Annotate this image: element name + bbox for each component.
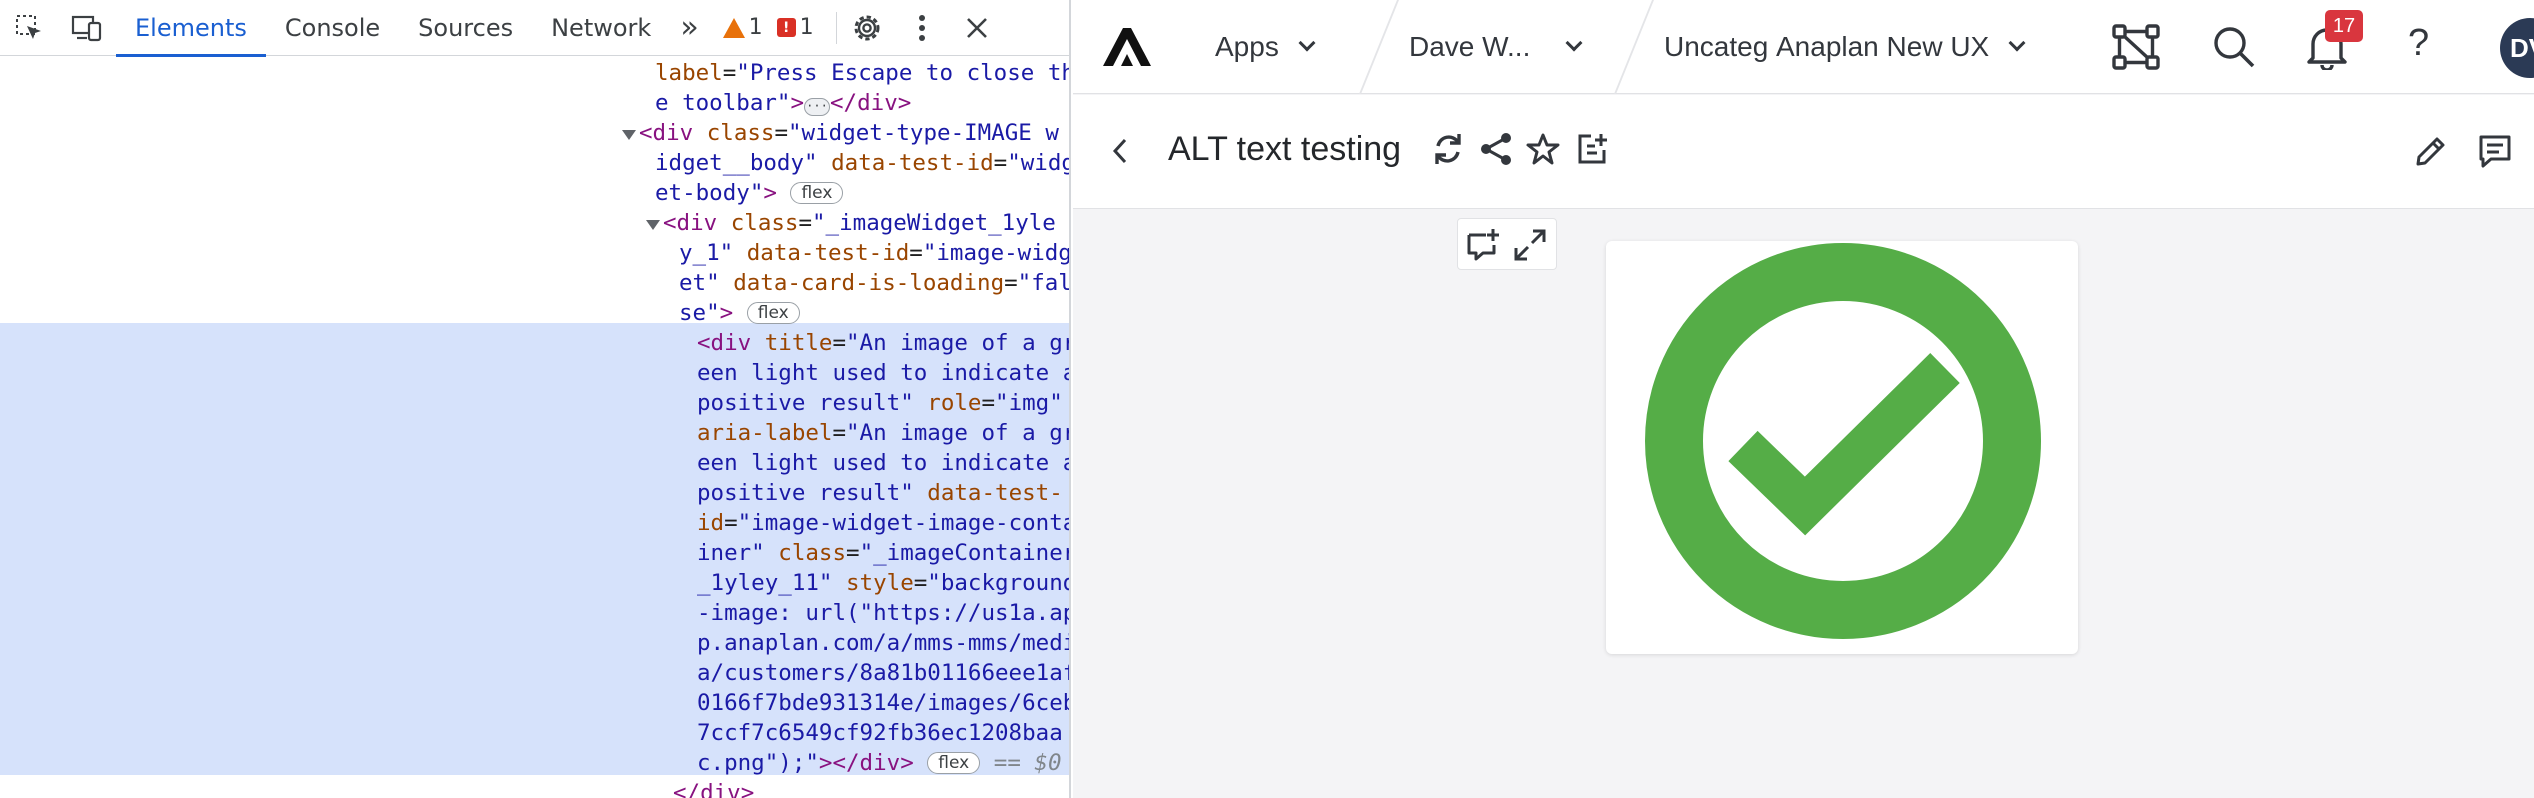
nav-separator	[1614, 0, 1654, 94]
dom-node-line[interactable]: y_1" data-test-id="image-widg	[679, 238, 1069, 268]
avatar[interactable]: DV	[2500, 18, 2534, 78]
dom-node-line[interactable]: p.anaplan.com/a/mms-mms/medi	[697, 628, 1069, 658]
notification-count-badge: 17	[2325, 10, 2363, 42]
model-menu[interactable]: Uncateg	[1664, 0, 1768, 94]
dom-node-line[interactable]: aria-label="An image of a gr	[697, 418, 1069, 448]
tab-elements[interactable]: Elements	[116, 0, 266, 57]
tab-network[interactable]: Network	[532, 0, 670, 56]
favorite-star-icon[interactable]	[1526, 132, 1560, 171]
app-builder-icon[interactable]	[2110, 22, 2162, 77]
more-tabs-button[interactable]: »	[670, 0, 708, 56]
dom-node-line[interactable]: label="Press Escape to close th	[655, 58, 1069, 88]
share-icon[interactable]	[1479, 132, 1513, 171]
warning-icon	[722, 17, 745, 38]
dom-node-line[interactable]: <div class="widget-type-IMAGE w	[639, 118, 1059, 148]
edit-pencil-icon[interactable]	[2413, 135, 2447, 174]
devtools-toolbar: Elements Console Sources Network » 1 ! 1	[0, 0, 1069, 57]
apps-menu[interactable]: Apps	[1215, 0, 1316, 94]
dom-node-line[interactable]: _1yley_11" style="background	[697, 568, 1069, 598]
back-chevron-icon[interactable]	[1111, 137, 1129, 170]
model-label: Uncateg	[1664, 31, 1769, 62]
search-icon[interactable]	[2212, 25, 2256, 74]
dom-node-line[interactable]: iner" class="_imageContainer	[697, 538, 1069, 568]
dom-node-line[interactable]: idget__body" data-test-id="widg	[655, 148, 1069, 178]
nav-separator	[1359, 0, 1399, 94]
dom-node-line[interactable]: e toolbar"> ···</div>	[655, 88, 911, 118]
add-comment-icon[interactable]	[1466, 227, 1502, 268]
dom-node-line[interactable]: c.png");"></div> flex == $0	[697, 748, 1062, 778]
expand-triangle-icon[interactable]	[622, 130, 636, 140]
workspace-label: Dave W...	[1409, 31, 1531, 62]
dom-node-line[interactable]: <div title="An image of a gr	[697, 328, 1069, 358]
devtools-panel: Elements Console Sources Network » 1 ! 1…	[0, 0, 1071, 798]
tab-sources[interactable]: Sources	[399, 0, 532, 56]
workspace-menu[interactable]: Dave W...	[1409, 0, 1583, 94]
dom-node-line[interactable]: positive result" role="img"	[697, 388, 1063, 418]
comments-icon[interactable]	[2477, 133, 2513, 174]
device-toolbar-icon[interactable]	[58, 0, 116, 56]
green-check-image	[1643, 241, 2043, 646]
issues-badge[interactable]: ! 1	[776, 15, 814, 40]
add-to-collection-icon[interactable]	[1575, 132, 1609, 171]
close-devtools-icon[interactable]	[947, 0, 1007, 56]
page-label: Anaplan New UX	[1776, 31, 1990, 62]
dom-node-line[interactable]: et" data-card-is-loading="fal	[679, 268, 1069, 298]
issue-icon: !	[776, 18, 796, 37]
anaplan-logo-icon[interactable]	[1103, 28, 1153, 71]
dom-node-line[interactable]: positive result" data-test-	[697, 478, 1063, 508]
dom-node-line[interactable]: een light used to indicate a	[697, 358, 1069, 388]
dom-node-line[interactable]: 7ccf7c6549cf92fb36ec1208baa	[697, 718, 1063, 748]
chevron-down-icon	[1298, 34, 1316, 52]
warnings-badge[interactable]: 1	[722, 15, 763, 40]
page-header-bar: ALT text testing	[1073, 95, 2534, 209]
expand-icon[interactable]	[1512, 227, 1548, 268]
chevron-down-icon	[1565, 34, 1583, 52]
dom-node-line[interactable]: <div class="_imageWidget_1yle	[663, 208, 1056, 238]
page-title: ALT text testing	[1168, 130, 1402, 168]
anaplan-app: Apps Dave W... Uncateg Anaplan New UX 17…	[1073, 0, 2534, 798]
dom-node-line[interactable]: een light used to indicate a	[697, 448, 1069, 478]
chevron-down-icon	[2008, 34, 2026, 52]
warnings-count: 1	[748, 15, 763, 40]
dom-node-line[interactable]: et-body"> flex	[655, 178, 844, 208]
image-widget-card	[1606, 241, 2078, 654]
more-options-icon[interactable]	[897, 0, 947, 56]
expand-triangle-icon[interactable]	[646, 220, 660, 230]
apps-label: Apps	[1215, 31, 1279, 62]
dom-node-line[interactable]: -image: url("https://us1a.ap	[697, 598, 1069, 628]
app-header: Apps Dave W... Uncateg Anaplan New UX 17…	[1073, 0, 2534, 94]
widget-toolbar	[1457, 218, 1557, 270]
dom-node-line[interactable]: se"> flex	[679, 298, 800, 328]
dom-node-line[interactable]: id="image-widget-image-conta	[697, 508, 1069, 538]
help-icon[interactable]: ?	[2408, 22, 2429, 65]
inspect-element-icon[interactable]	[0, 0, 58, 56]
page-menu[interactable]: Anaplan New UX	[1776, 0, 2026, 94]
dom-node-line[interactable]: </div>	[673, 778, 754, 798]
elements-tree: label="Press Escape to close th e toolbar…	[0, 56, 1069, 798]
settings-gear-icon[interactable]	[837, 0, 897, 56]
dom-node-line[interactable]: 0166f7bde931314e/images/6ceb	[697, 688, 1069, 718]
tab-console[interactable]: Console	[266, 0, 399, 56]
issues-count: 1	[799, 15, 814, 40]
dom-node-line[interactable]: a/customers/8a81b01166eee1af	[697, 658, 1069, 688]
refresh-icon[interactable]	[1432, 132, 1464, 171]
